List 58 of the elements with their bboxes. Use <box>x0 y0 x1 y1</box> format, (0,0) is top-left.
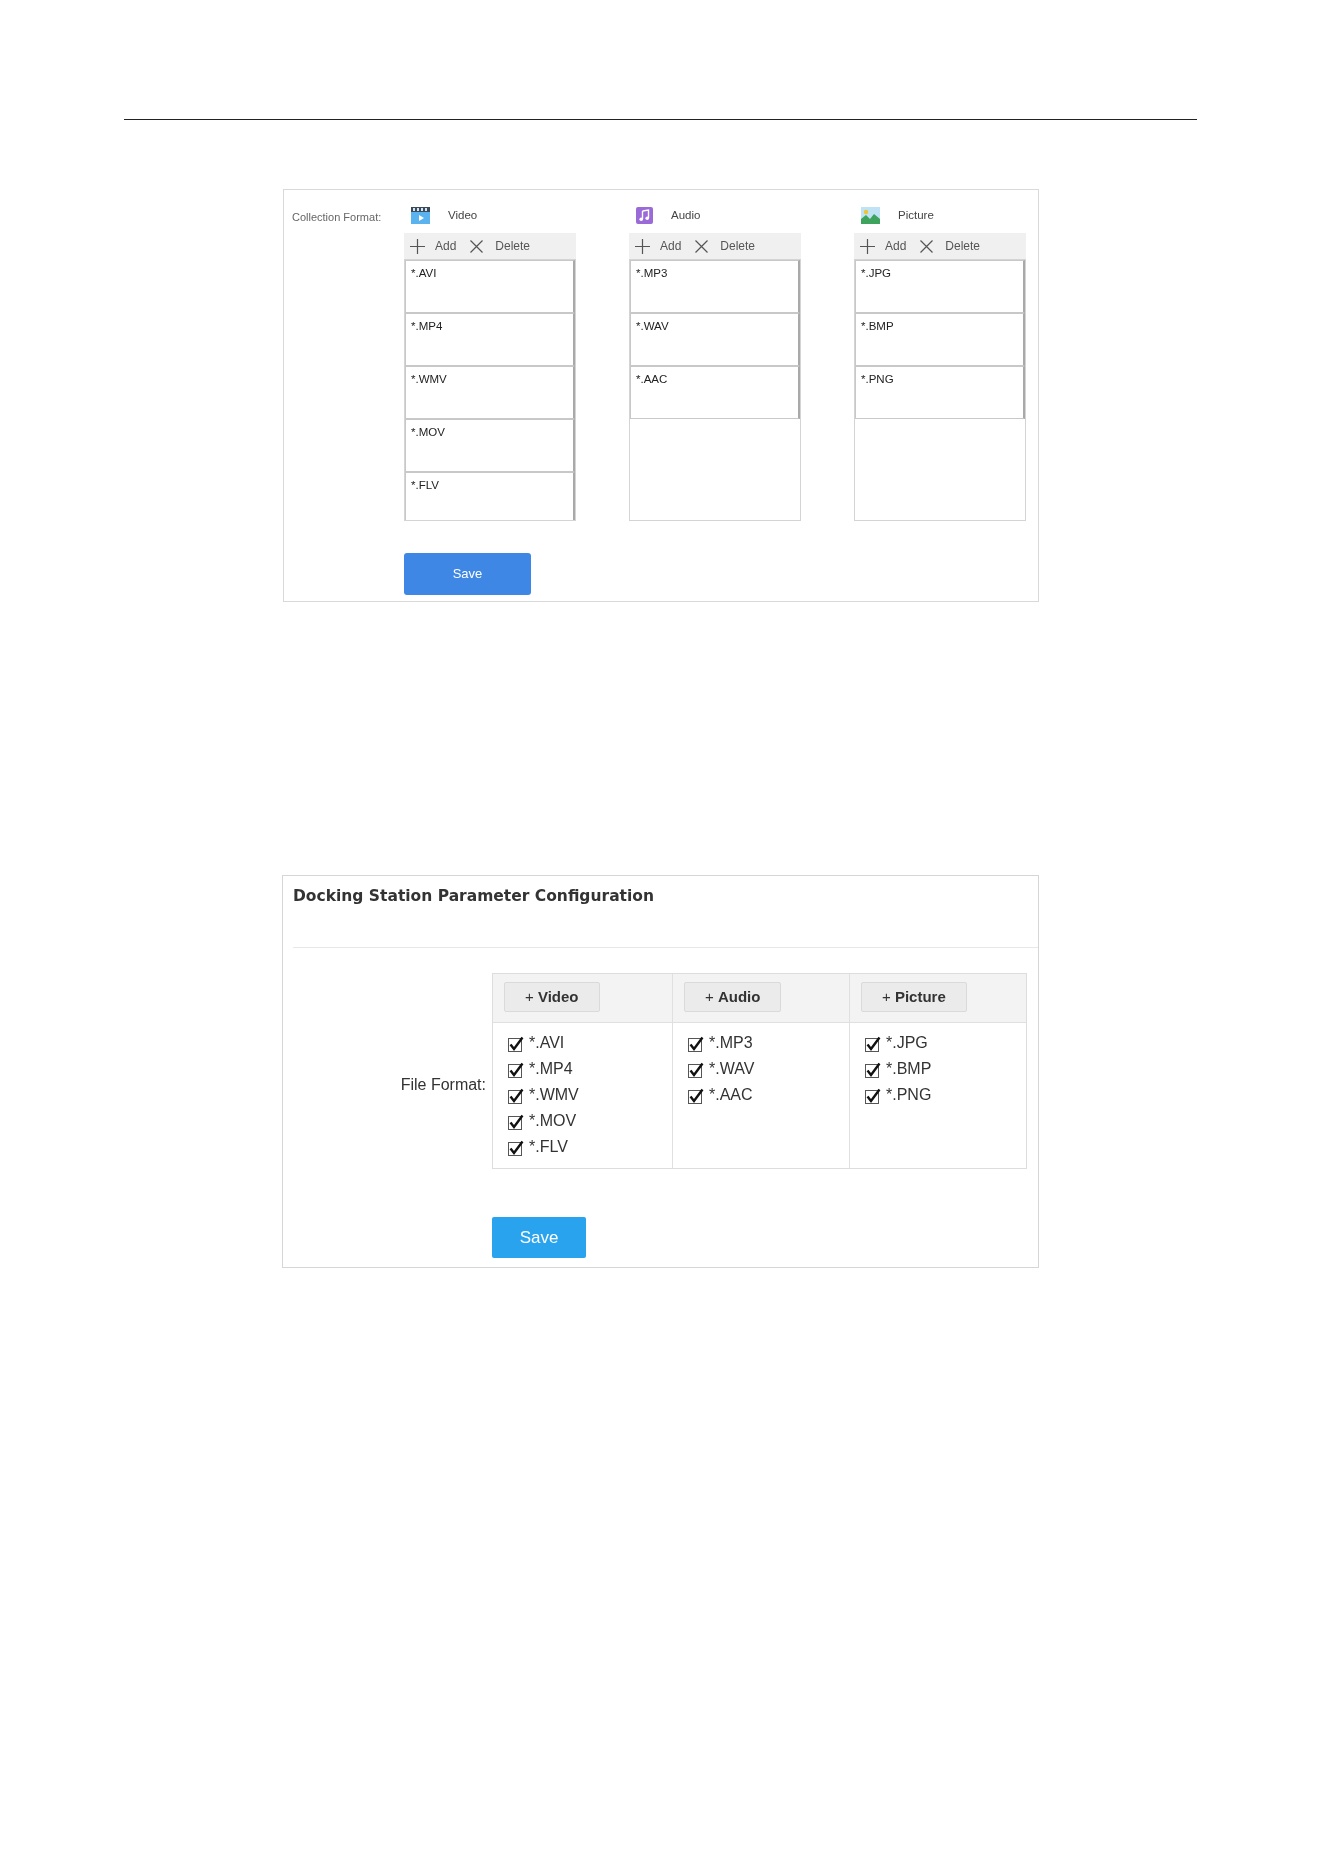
format-list-item[interactable]: *.BMP <box>855 313 1025 366</box>
format-list-item[interactable]: *.AAC <box>630 366 800 419</box>
category-title: Audio <box>671 208 701 222</box>
delete-button[interactable]: Delete <box>470 239 531 253</box>
checkbox-label: *.WMV <box>529 1085 579 1105</box>
delete-button[interactable]: Delete <box>695 239 756 253</box>
add-format-button[interactable]: + Audio <box>684 982 782 1012</box>
clapperboard-icon <box>411 206 430 224</box>
delete-button[interactable]: Delete <box>920 239 981 253</box>
plus-icon <box>635 238 650 254</box>
checkbox-label: *.BMP <box>886 1059 932 1079</box>
checkbox[interactable] <box>865 1086 882 1104</box>
plus-icon <box>410 238 425 254</box>
checkbox-label: *.MOV <box>529 1111 577 1131</box>
format-list-item[interactable]: *.WMV <box>405 366 575 419</box>
checkbox[interactable] <box>508 1086 525 1104</box>
category-title: Video <box>448 208 478 222</box>
music-note-icon <box>636 206 653 224</box>
save-button[interactable]: Save <box>404 553 531 595</box>
format-list-item[interactable]: *.JPG <box>855 260 1025 313</box>
checkbox-label: *.MP4 <box>529 1059 573 1079</box>
add-button[interactable]: Add <box>635 238 682 254</box>
checkbox[interactable] <box>688 1086 705 1104</box>
field-label: File Format: <box>400 1075 486 1095</box>
checkbox[interactable] <box>508 1138 525 1156</box>
add-format-button[interactable]: + Picture <box>861 982 967 1012</box>
checkbox-label: *.AVI <box>529 1033 565 1053</box>
category-title: Picture <box>898 208 934 222</box>
format-list-item[interactable]: *.MP3 <box>630 260 800 313</box>
cross-icon <box>920 239 934 253</box>
checkbox[interactable] <box>508 1034 525 1052</box>
cross-icon <box>695 239 709 253</box>
format-list-item[interactable]: *.WAV <box>630 313 800 366</box>
checkbox[interactable] <box>865 1034 882 1052</box>
plus-icon <box>860 238 875 254</box>
panel-title: Docking Station Parameter Configuration <box>293 887 654 905</box>
checkbox[interactable] <box>865 1060 882 1078</box>
format-list-item[interactable]: *.FLV <box>405 472 575 520</box>
checkbox-label: *.WAV <box>709 1059 755 1079</box>
format-list-item[interactable]: *.AVI <box>405 260 575 313</box>
checkbox[interactable] <box>508 1060 525 1078</box>
checkbox-label: *.AAC <box>709 1085 753 1105</box>
checkbox-label: *.PNG <box>886 1085 932 1105</box>
format-list-item[interactable]: *.MOV <box>405 419 575 472</box>
checkbox-label: *.JPG <box>886 1033 928 1053</box>
checkbox[interactable] <box>508 1112 525 1130</box>
cross-icon <box>470 239 484 253</box>
format-list-item[interactable]: *.PNG <box>855 366 1025 419</box>
landscape-icon <box>861 206 880 224</box>
format-list-item[interactable]: *.MP4 <box>405 313 575 366</box>
checkbox[interactable] <box>688 1060 705 1078</box>
checkbox[interactable] <box>688 1034 705 1052</box>
checkbox-label: *.FLV <box>529 1137 568 1157</box>
add-button[interactable]: Add <box>410 238 457 254</box>
add-button[interactable]: Add <box>860 238 907 254</box>
add-format-button[interactable]: + Video <box>504 982 600 1012</box>
field-label: Collection Format: <box>292 211 382 223</box>
checkbox-label: *.MP3 <box>709 1033 753 1053</box>
